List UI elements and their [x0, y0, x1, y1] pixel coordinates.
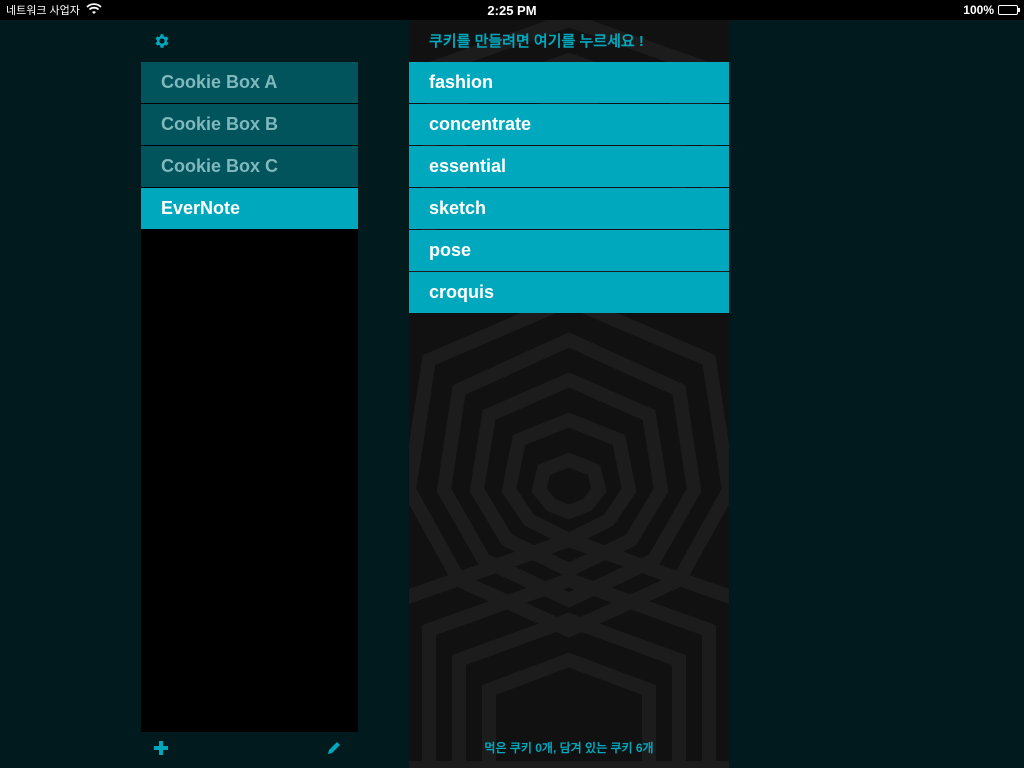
box-item-c[interactable]: Cookie Box C — [141, 146, 358, 187]
box-item-a[interactable]: Cookie Box A — [141, 62, 358, 103]
cookie-item-croquis[interactable]: croquis — [409, 272, 729, 313]
cookie-item-label: concentrate — [429, 114, 532, 134]
box-item-label: Cookie Box C — [161, 156, 279, 176]
box-item-evernote[interactable]: EverNote — [141, 188, 358, 229]
cookie-item-label: croquis — [429, 282, 495, 302]
cookie-box-list: Cookie Box A Cookie Box B Cookie Box C E… — [141, 62, 358, 732]
status-right: 100% — [963, 0, 1020, 20]
make-cookie-button[interactable]: 쿠키를 만들려면 여기를 누르세요 ! — [409, 30, 729, 51]
box-item-b[interactable]: Cookie Box B — [141, 104, 358, 145]
plus-icon — [154, 741, 168, 755]
cookie-item-essential[interactable]: essential — [409, 146, 729, 187]
cookie-item-pose[interactable]: pose — [409, 230, 729, 271]
cookie-item-label: pose — [429, 240, 472, 260]
box-item-label: Cookie Box A — [161, 72, 278, 92]
battery-percent: 100% — [963, 3, 994, 17]
edit-button[interactable] — [326, 740, 346, 760]
cookie-item-label: fashion — [429, 72, 494, 92]
gear-icon — [155, 34, 169, 48]
status-time: 2:25 PM — [487, 3, 537, 18]
left-footer — [141, 732, 358, 768]
box-item-label: Cookie Box B — [161, 114, 279, 134]
cookie-list: fashion concentrate essential sketch pos… — [409, 62, 729, 314]
add-box-button[interactable] — [153, 740, 173, 760]
right-panel: 쿠키를 만들려면 여기를 누르세요 ! fashion concentrate … — [409, 20, 729, 768]
settings-button[interactable] — [151, 30, 173, 52]
cookie-item-label: sketch — [429, 198, 487, 218]
cookie-count-text: 먹은 쿠키 0개, 담겨 있는 쿠키 6개 — [484, 741, 654, 755]
pencil-icon — [328, 742, 340, 754]
cookie-item-label: essential — [429, 156, 507, 176]
cookie-item-concentrate[interactable]: concentrate — [409, 104, 729, 145]
status-bar: 네트워크 사업자 2:25 PM 100% — [0, 0, 1024, 20]
left-panel: Cookie Box A Cookie Box B Cookie Box C E… — [141, 20, 358, 768]
battery-icon — [998, 5, 1020, 15]
cookie-item-fashion[interactable]: fashion — [409, 62, 729, 103]
box-item-label: EverNote — [161, 198, 241, 218]
cookie-item-sketch[interactable]: sketch — [409, 188, 729, 229]
